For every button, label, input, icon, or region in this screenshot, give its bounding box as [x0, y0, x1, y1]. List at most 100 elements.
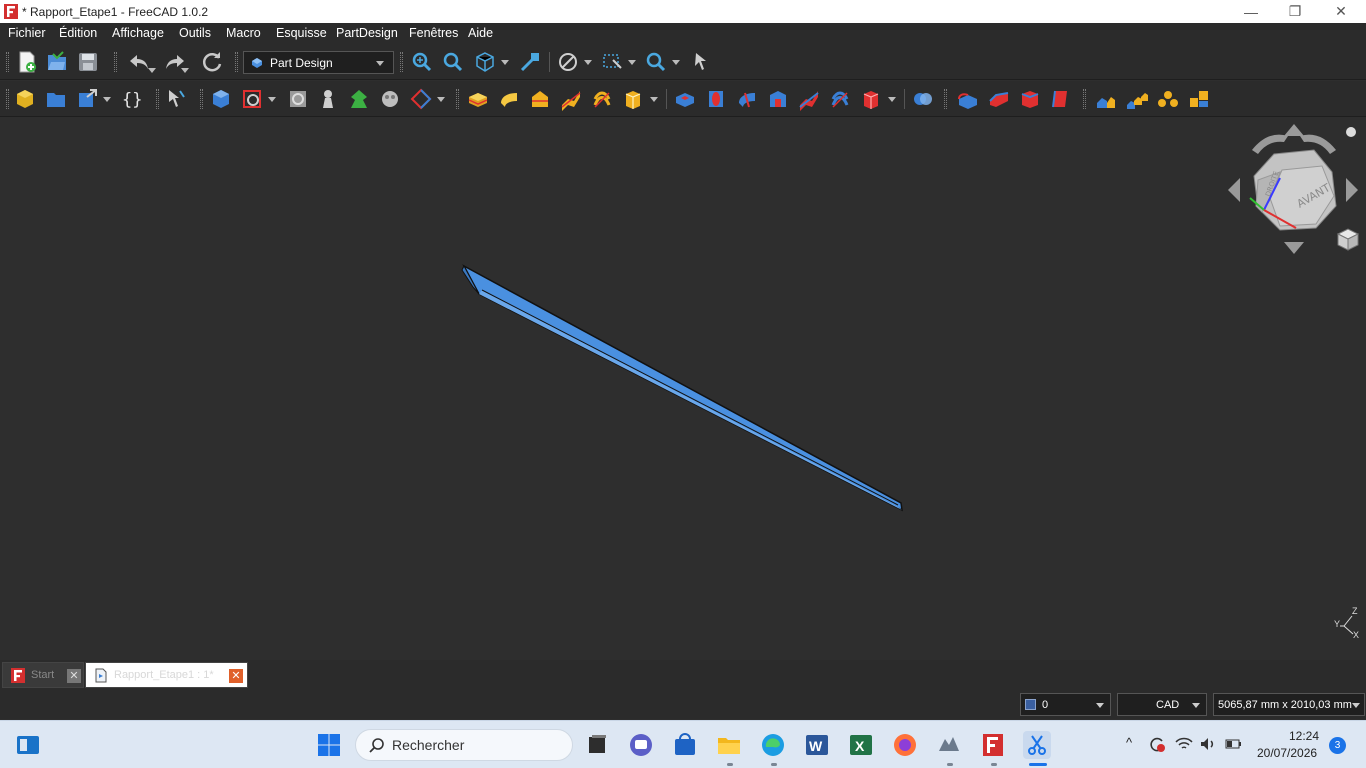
menu-macro[interactable]: Macro: [226, 26, 261, 40]
layer-selector[interactable]: 0: [1020, 693, 1111, 716]
menu-esquisse[interactable]: Esquisse: [276, 26, 327, 40]
subtractive-pipe-icon[interactable]: [797, 87, 821, 111]
draw-style-dropdown-icon[interactable]: [584, 60, 592, 65]
draft-icon[interactable]: [1018, 87, 1042, 111]
cube-body[interactable]: AVANT DROITE: [1253, 149, 1337, 231]
toolbar-grip[interactable]: [235, 52, 238, 72]
arrow-left-icon[interactable]: [1228, 178, 1240, 202]
task-view-icon[interactable]: [583, 731, 611, 759]
zoom-icon[interactable]: [644, 50, 668, 74]
chamfer-icon[interactable]: [987, 87, 1011, 111]
volume-icon[interactable]: [1199, 736, 1217, 752]
subtractive-primitive-dropdown-icon[interactable]: [888, 97, 896, 102]
toolbar-grip[interactable]: [400, 52, 403, 72]
new-sketch-icon[interactable]: [240, 87, 264, 111]
subtractive-loft-icon[interactable]: [766, 87, 790, 111]
tab-rapport-etape1[interactable]: Rapport_Etape1 : 1* ✕: [85, 662, 248, 688]
mirrored-icon[interactable]: [1094, 87, 1118, 111]
link-dropdown-icon[interactable]: [103, 97, 111, 102]
battery-icon[interactable]: [1224, 736, 1242, 752]
multi-transform-icon[interactable]: [1187, 87, 1211, 111]
teams-chat-icon[interactable]: [627, 731, 655, 759]
toolbar-grip[interactable]: [6, 52, 9, 72]
firefox-icon[interactable]: [891, 731, 919, 759]
toolbar-grip[interactable]: [6, 89, 9, 109]
maximize-button[interactable]: ❐: [1272, 0, 1318, 23]
arrow-right-icon[interactable]: [1346, 178, 1358, 202]
selection-dropdown-icon[interactable]: [628, 60, 636, 65]
menu-aide[interactable]: Aide: [468, 26, 493, 40]
whats-this-icon[interactable]: [688, 50, 712, 74]
body-icon[interactable]: [209, 87, 233, 111]
additive-primitive-dropdown-icon[interactable]: [650, 97, 658, 102]
additive-helix-icon[interactable]: [590, 87, 614, 111]
sketch-dropdown-icon[interactable]: [268, 97, 276, 102]
draw-style-icon[interactable]: [556, 50, 580, 74]
boolean-icon[interactable]: [911, 87, 935, 111]
link-icon[interactable]: [76, 87, 100, 111]
toolbar-grip[interactable]: [156, 89, 159, 109]
workbench-selector[interactable]: Part Design: [243, 51, 394, 74]
arrow-up-icon[interactable]: [1284, 124, 1304, 136]
shape-binder-icon[interactable]: [347, 87, 371, 111]
close-tab-icon[interactable]: ✕: [67, 669, 81, 683]
fillet-icon[interactable]: [956, 87, 980, 111]
validate-sketch-icon[interactable]: [286, 87, 310, 111]
additive-box-icon[interactable]: [621, 87, 645, 111]
linear-pattern-icon[interactable]: [1125, 87, 1149, 111]
view-menu-icon[interactable]: [1346, 127, 1356, 137]
fit-selection-icon[interactable]: [441, 50, 465, 74]
toolbar-grip[interactable]: [114, 52, 117, 72]
snipping-tool-icon[interactable]: [1023, 731, 1051, 759]
edge-browser-icon[interactable]: [759, 731, 787, 759]
freecad-taskbar-icon[interactable]: [979, 731, 1007, 759]
pad-icon[interactable]: [466, 87, 490, 111]
datum-dropdown-icon[interactable]: [437, 97, 445, 102]
home-cube-icon[interactable]: [1336, 228, 1360, 251]
arrow-down-icon[interactable]: [1284, 242, 1304, 254]
3d-viewport[interactable]: [0, 118, 1366, 660]
selection-filter-icon[interactable]: [164, 87, 188, 111]
save-icon[interactable]: [76, 50, 100, 74]
navigation-style-selector[interactable]: CAD: [1117, 693, 1207, 716]
menu-fichier[interactable]: Fichier: [8, 26, 46, 40]
file-explorer-icon[interactable]: [715, 731, 743, 759]
excel-icon[interactable]: X: [847, 731, 875, 759]
variable-set-icon[interactable]: {}: [120, 87, 144, 111]
refresh-icon[interactable]: [200, 50, 224, 74]
tab-start[interactable]: Start ✕: [2, 662, 84, 688]
menu-fenetres[interactable]: Fenêtres: [409, 26, 458, 40]
menu-outils[interactable]: Outils: [179, 26, 211, 40]
new-document-icon[interactable]: [15, 50, 39, 74]
close-tab-icon[interactable]: ✕: [229, 669, 243, 683]
open-document-icon[interactable]: [45, 50, 69, 74]
toolbar-grip[interactable]: [1083, 89, 1086, 109]
polar-pattern-icon[interactable]: [1156, 87, 1180, 111]
toolbar-grip[interactable]: [200, 89, 203, 109]
menu-affichage[interactable]: Affichage: [112, 26, 164, 40]
update-icon[interactable]: [1148, 735, 1166, 753]
undo-dropdown-icon[interactable]: [148, 68, 156, 73]
subtractive-box-icon[interactable]: [859, 87, 883, 111]
windows-start-icon[interactable]: [315, 731, 343, 759]
menu-edition[interactable]: Édition: [59, 26, 97, 40]
create-body-icon[interactable]: [13, 87, 37, 111]
close-button[interactable]: ✕: [1318, 0, 1364, 23]
clock-date[interactable]: 20/07/2026: [1257, 746, 1317, 760]
inkscape-icon[interactable]: [935, 731, 963, 759]
rotate-left-arrow-icon[interactable]: [1252, 134, 1288, 154]
revolution-icon[interactable]: [497, 87, 521, 111]
isometric-view-icon[interactable]: [473, 50, 497, 74]
fit-all-icon[interactable]: [410, 50, 434, 74]
measure-icon[interactable]: [518, 50, 542, 74]
box-selection-icon[interactable]: [601, 50, 625, 74]
hole-icon[interactable]: [704, 87, 728, 111]
sub-shape-binder-icon[interactable]: [378, 87, 402, 111]
part-plate[interactable]: [0, 118, 1366, 660]
chevron-up-icon[interactable]: ^: [1126, 735, 1132, 750]
taskbar-search[interactable]: Rechercher: [355, 729, 573, 761]
additive-loft-icon[interactable]: [528, 87, 552, 111]
toolbar-grip[interactable]: [944, 89, 947, 109]
menu-partdesign[interactable]: PartDesign: [336, 26, 398, 40]
toolbar-grip[interactable]: [456, 89, 459, 109]
